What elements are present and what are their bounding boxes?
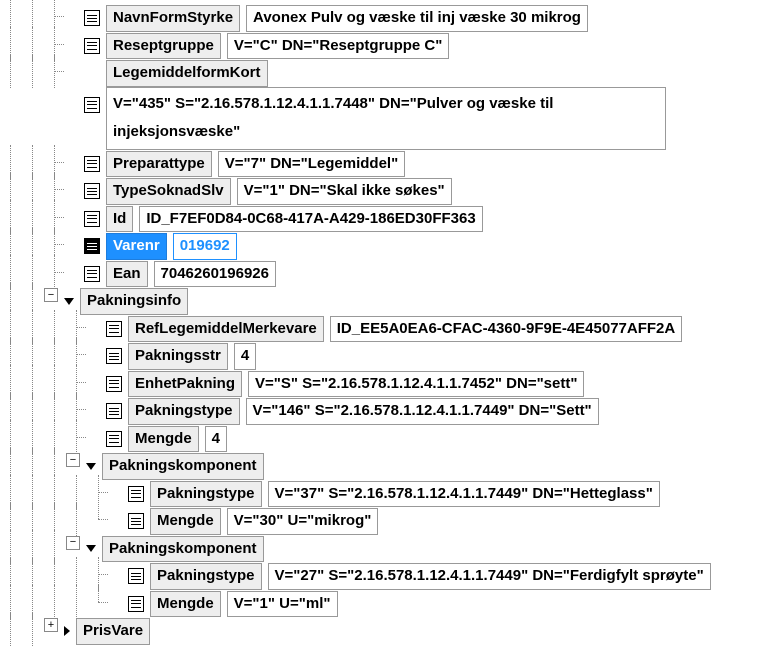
tag-label: Pakningsinfo — [80, 288, 188, 315]
document-icon — [84, 238, 100, 254]
tag-value: V="27" S="2.16.578.1.12.4.1.1.7449" DN="… — [268, 563, 711, 590]
tree-row-pakningsinfo[interactable]: − Pakningsinfo — [0, 288, 777, 315]
tag-label: Pakningskomponent — [102, 453, 264, 480]
tree-row-enhetpakning[interactable]: EnhetPakning V="S" S="2.16.578.1.12.4.1.… — [0, 371, 777, 398]
chevron-down-icon — [86, 463, 96, 470]
tag-value: V="C" DN="Reseptgruppe C" — [227, 33, 449, 60]
tag-value: V="37" S="2.16.578.1.12.4.1.1.7449" DN="… — [268, 481, 660, 508]
document-icon — [84, 97, 100, 113]
tag-value: V="7" DN="Legemiddel" — [218, 151, 406, 178]
tag-value-selected: 019692 — [173, 233, 237, 260]
tree-row-ean[interactable]: Ean 7046260196926 — [0, 261, 777, 288]
tree-row-pakningsstr[interactable]: Pakningsstr 4 — [0, 343, 777, 370]
document-icon — [128, 568, 144, 584]
tag-label-selected: Varenr — [106, 233, 167, 260]
tree-row-reseptgruppe[interactable]: Reseptgruppe V="C" DN="Reseptgruppe C" — [0, 33, 777, 60]
tree-row-komp1-pakningstype[interactable]: Pakningstype V="37" S="2.16.578.1.12.4.1… — [0, 481, 777, 508]
tag-label: Mengde — [150, 508, 221, 535]
tree-row-typesoknadslv[interactable]: TypeSoknadSlv V="1" DN="Skal ikke søkes" — [0, 178, 777, 205]
tag-label: NavnFormStyrke — [106, 5, 240, 32]
chevron-down-icon — [64, 298, 74, 305]
expand-toggle[interactable]: + — [44, 618, 58, 632]
collapse-toggle[interactable]: − — [44, 288, 58, 302]
document-icon — [84, 266, 100, 282]
tree-row-navnformstyrke[interactable]: NavnFormStyrke Avonex Pulv og væske til … — [0, 5, 777, 32]
tag-label: Pakningstype — [150, 481, 262, 508]
tag-label: EnhetPakning — [128, 371, 242, 398]
tree-row-komp2-pakningstype[interactable]: Pakningstype V="27" S="2.16.578.1.12.4.1… — [0, 563, 777, 590]
document-icon — [106, 321, 122, 337]
xml-tree-view: NavnFormStyrke Avonex Pulv og væske til … — [0, 0, 777, 650]
tag-label: Preparattype — [106, 151, 212, 178]
tag-label: Pakningstype — [150, 563, 262, 590]
document-icon — [84, 183, 100, 199]
tree-row-komp1-mengde[interactable]: Mengde V="30" U="mikrog" — [0, 508, 777, 535]
tag-value: 4 — [234, 343, 256, 370]
tree-row-prisvare[interactable]: + PrisVare — [0, 618, 777, 645]
document-icon — [106, 431, 122, 447]
tag-value: 7046260196926 — [154, 261, 276, 288]
tree-row-mengde[interactable]: Mengde 4 — [0, 426, 777, 453]
document-icon — [84, 211, 100, 227]
tag-label: Ean — [106, 261, 148, 288]
tag-value: V="435" S="2.16.578.1.12.4.1.1.7448" DN=… — [106, 87, 666, 150]
chevron-down-icon — [86, 545, 96, 552]
tree-row-id[interactable]: Id ID_F7EF0D84-0C68-417A-A429-186ED30FF3… — [0, 206, 777, 233]
tag-value: V="30" U="mikrog" — [227, 508, 379, 535]
tag-label: PrisVare — [76, 618, 150, 645]
tag-label: Mengde — [128, 426, 199, 453]
tag-value: V="S" S="2.16.578.1.12.4.1.1.7452" DN="s… — [248, 371, 584, 398]
tag-label: Pakningstype — [128, 398, 240, 425]
tag-value: Avonex Pulv og væske til inj væske 30 mi… — [246, 5, 588, 32]
tree-row-pakningstype[interactable]: Pakningstype V="146" S="2.16.578.1.12.4.… — [0, 398, 777, 425]
tree-row-pakningskomponent-1[interactable]: − Pakningskomponent — [0, 453, 777, 480]
tag-value: V="1" U="ml" — [227, 591, 338, 618]
document-icon — [84, 10, 100, 26]
collapse-toggle[interactable]: − — [66, 536, 80, 550]
document-icon — [106, 376, 122, 392]
tag-label: Pakningsstr — [128, 343, 228, 370]
tag-label: Mengde — [150, 591, 221, 618]
tag-value: 4 — [205, 426, 227, 453]
tag-value: ID_F7EF0D84-0C68-417A-A429-186ED30FF363 — [139, 206, 482, 233]
collapse-toggle[interactable]: − — [66, 453, 80, 467]
document-icon — [128, 486, 144, 502]
tree-row-pakningskomponent-2[interactable]: − Pakningskomponent — [0, 536, 777, 563]
tag-value: ID_EE5A0EA6-CFAC-4360-9F9E-4E45077AFF2A — [330, 316, 682, 343]
tree-row-legemiddelformkort[interactable]: LegemiddelformKort V="435" S="2.16.578.1… — [0, 60, 777, 150]
tree-row-komp2-mengde[interactable]: Mengde V="1" U="ml" — [0, 591, 777, 618]
tag-label: Id — [106, 206, 133, 233]
tag-value: V="146" S="2.16.578.1.12.4.1.1.7449" DN=… — [246, 398, 599, 425]
document-icon — [128, 596, 144, 612]
tag-label: Pakningskomponent — [102, 536, 264, 563]
tree-row-reflegemiddelmerkevare[interactable]: RefLegemiddelMerkevare ID_EE5A0EA6-CFAC-… — [0, 316, 777, 343]
tag-label: RefLegemiddelMerkevare — [128, 316, 324, 343]
chevron-right-icon — [64, 626, 70, 636]
tree-row-varenr[interactable]: Varenr 019692 — [0, 233, 777, 260]
document-icon — [84, 156, 100, 172]
tag-label: TypeSoknadSlv — [106, 178, 231, 205]
document-icon — [128, 513, 144, 529]
document-icon — [84, 38, 100, 54]
tag-label: Reseptgruppe — [106, 33, 221, 60]
document-icon — [106, 403, 122, 419]
tag-value: V="1" DN="Skal ikke søkes" — [237, 178, 452, 205]
tree-row-preparattype[interactable]: Preparattype V="7" DN="Legemiddel" — [0, 151, 777, 178]
tag-label: LegemiddelformKort — [106, 60, 268, 87]
document-icon — [106, 348, 122, 364]
